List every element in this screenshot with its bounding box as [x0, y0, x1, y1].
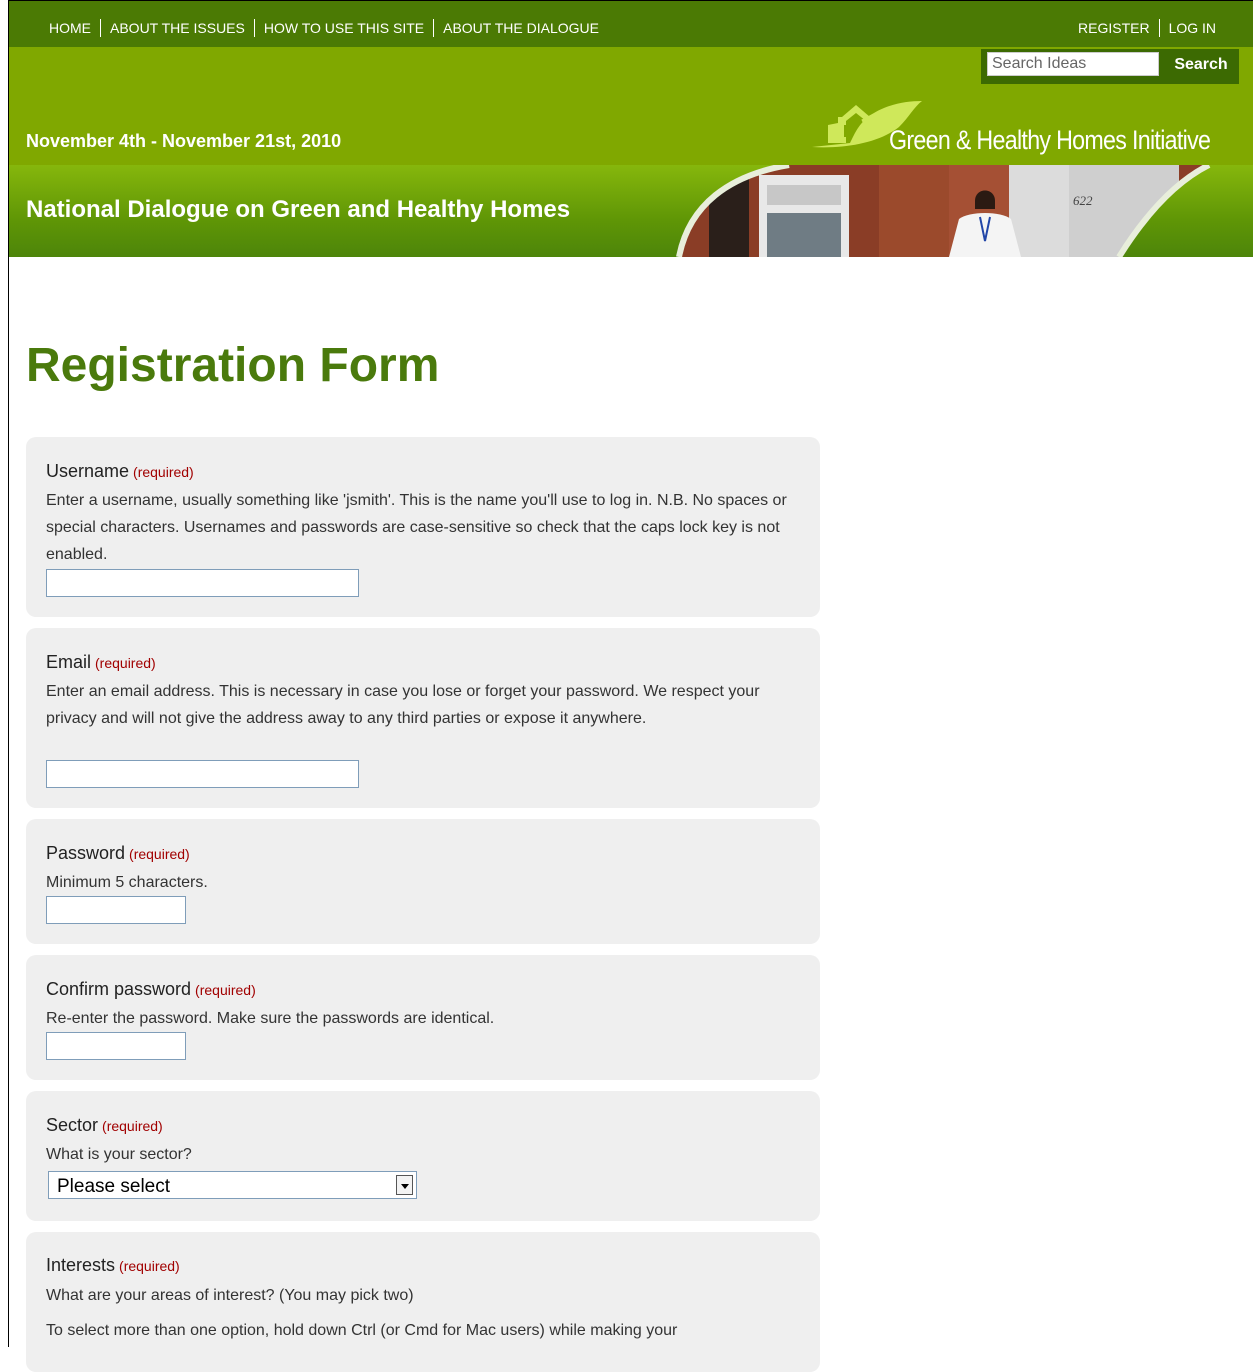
interests-multi-select-help: To select more than one option, hold dow… — [46, 1322, 678, 1339]
top-nav-bar: HOME ABOUT THE ISSUES HOW TO USE THIS SI… — [9, 1, 1253, 47]
search-input[interactable] — [987, 52, 1159, 76]
sector-help: What is your sector? — [46, 1146, 192, 1163]
username-field[interactable] — [46, 569, 359, 597]
confirm-password-help: Re-enter the password. Make sure the pas… — [46, 1010, 495, 1027]
nav-separator — [433, 19, 435, 37]
search-box: Search — [981, 49, 1239, 84]
username-panel: Username (required) Enter a username, usu… — [26, 437, 820, 617]
sector-panel: Sector (required) What is your sector? Pl… — [26, 1091, 820, 1221]
username-help: Enter a username, usually something like… — [46, 492, 787, 563]
username-label: Username — [46, 461, 130, 481]
nav-register[interactable]: REGISTER — [1078, 20, 1150, 36]
nav-log-in[interactable]: LOG IN — [1169, 20, 1216, 36]
confirm-password-label: Confirm password — [46, 979, 192, 999]
site-header: HOME ABOUT THE ISSUES HOW TO USE THIS SI… — [9, 1, 1253, 257]
page-title: Registration Form — [26, 339, 440, 392]
field-label: Interests (required) — [46, 1255, 180, 1276]
required-marker: (required) — [119, 1258, 180, 1274]
nav-separator — [100, 19, 101, 37]
field-label: Email (required) — [46, 652, 156, 673]
required-marker: (required) — [102, 1118, 163, 1134]
logo-wordmark: Green & Healthy Homes Initiative — [889, 125, 1211, 155]
nav-separator — [253, 19, 255, 37]
sector-selected-value: Please select — [57, 1176, 171, 1197]
email-label: Email — [46, 652, 92, 672]
dialogue-dates: November 4th - November 21st, 2010 — [26, 131, 342, 151]
interests-label: Interests — [46, 1255, 116, 1275]
required-marker: (required) — [133, 464, 194, 480]
password-panel: Password (required) Minimum 5 characters. — [26, 819, 820, 944]
house-number: 622 — [1073, 193, 1093, 208]
field-label: Username (required) — [46, 461, 194, 482]
site-title: National Dialogue on Green and Healthy H… — [26, 196, 571, 223]
required-marker: (required) — [129, 846, 190, 862]
email-field[interactable] — [46, 760, 359, 788]
house-photo: 622 — [676, 165, 1211, 257]
field-label: Password (required) — [46, 843, 190, 864]
email-help: Enter an email address. This is necessar… — [46, 683, 760, 727]
sector-select[interactable]: Please select — [48, 1171, 417, 1199]
chevron-down-icon[interactable] — [396, 1175, 413, 1195]
password-help: Minimum 5 characters. — [46, 874, 208, 891]
password-label: Password — [46, 843, 126, 863]
interests-panel: Interests (required) What are your areas … — [26, 1232, 820, 1372]
nav-about-dialogue[interactable]: ABOUT THE DIALOGUE — [443, 20, 599, 36]
password-field[interactable] — [46, 896, 186, 924]
nav-how-to-use[interactable]: HOW TO USE THIS SITE — [264, 20, 424, 36]
main-nav: HOME ABOUT THE ISSUES HOW TO USE THIS SI… — [49, 19, 599, 37]
email-panel: Email (required) Enter an email address. … — [26, 628, 820, 808]
confirm-password-panel: Confirm password (required) Re-enter the … — [26, 955, 820, 1080]
search-button[interactable]: Search — [1163, 51, 1239, 79]
nav-home[interactable]: HOME — [49, 20, 91, 36]
field-label: Sector (required) — [46, 1115, 163, 1136]
nav-about-issues[interactable]: ABOUT THE ISSUES — [110, 20, 245, 36]
banner: National Dialogue on Green and Healthy H… — [9, 165, 1253, 257]
confirm-password-field[interactable] — [46, 1032, 186, 1060]
sector-label: Sector — [46, 1115, 99, 1135]
nav-separator — [1158, 19, 1160, 37]
interests-help: What are your areas of interest? (You ma… — [46, 1287, 414, 1304]
required-marker: (required) — [95, 655, 156, 671]
account-nav: REGISTER LOG IN — [1078, 19, 1216, 37]
field-label: Confirm password (required) — [46, 979, 256, 1000]
required-marker: (required) — [195, 982, 256, 998]
